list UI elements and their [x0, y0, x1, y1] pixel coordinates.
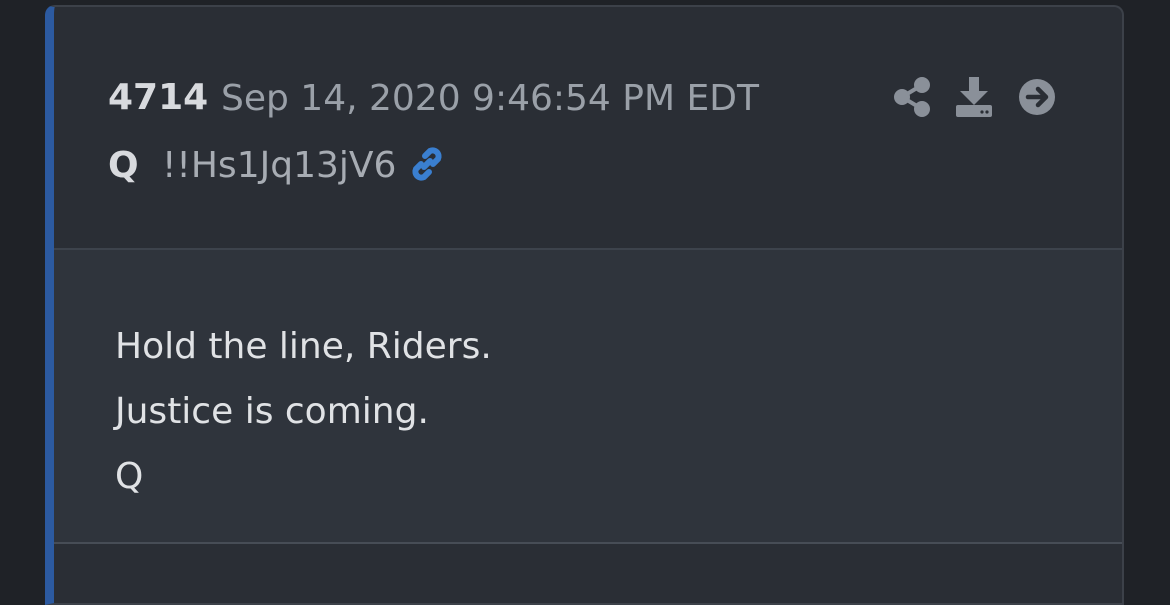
- post-header: 4714 Sep 14, 2020 9:46:54 PM EDT Q !!Hs1…: [54, 7, 1122, 250]
- post-author: Q: [108, 145, 139, 186]
- link-icon[interactable]: [406, 143, 448, 185]
- post-number: 4714: [108, 77, 209, 118]
- post-date: Sep 14, 2020 9:46:54 PM EDT: [221, 78, 759, 119]
- arrow-right-circle-icon[interactable]: [1017, 75, 1057, 119]
- download-icon[interactable]: [954, 75, 994, 119]
- post-body-line: Q: [115, 456, 144, 497]
- post-body-line: Justice is coming.: [115, 391, 429, 432]
- post-body: Hold the line, Riders. Justice is coming…: [54, 250, 1122, 544]
- share-icon[interactable]: [892, 75, 932, 119]
- post-tripcode: !!Hs1Jq13jV6: [162, 145, 397, 186]
- post-footer: [54, 544, 1122, 603]
- post-card: 4714 Sep 14, 2020 9:46:54 PM EDT Q !!Hs1…: [45, 5, 1124, 605]
- post-actions: [892, 75, 1072, 119]
- post-body-line: Hold the line, Riders.: [115, 326, 492, 367]
